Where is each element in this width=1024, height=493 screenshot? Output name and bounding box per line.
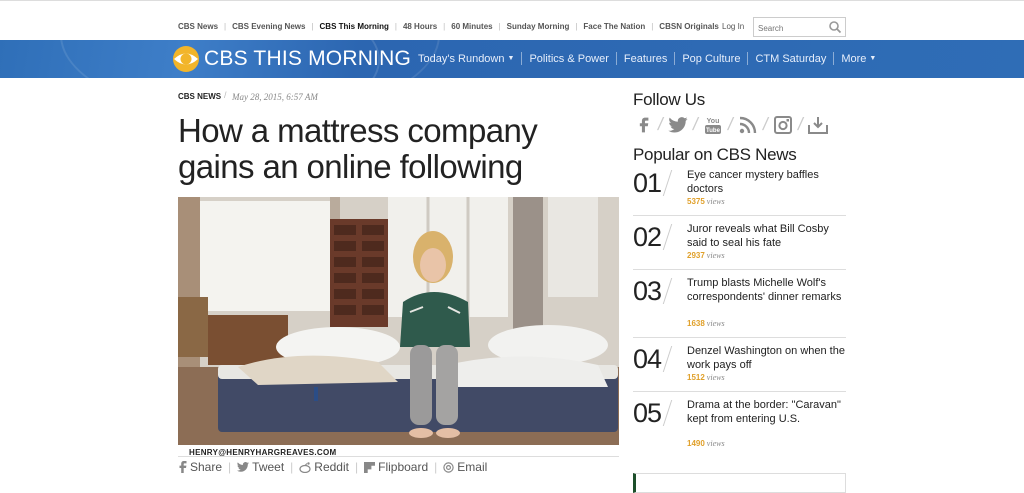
view-count: 1638 views (687, 319, 725, 328)
view-count: 5375 views (687, 197, 725, 206)
instagram-icon[interactable] (773, 115, 793, 135)
menu-todays-rundown[interactable]: Today's Rundown ▼ (418, 52, 514, 65)
nav-link-60-minutes[interactable]: 60 Minutes (451, 22, 492, 31)
rss-icon[interactable] (738, 115, 758, 135)
view-count: 1512 views (687, 373, 725, 382)
nav-separator: | (443, 22, 446, 31)
top-utility-nav: CBS News | CBS Evening News | CBS This M… (0, 0, 1024, 40)
search-box (753, 17, 846, 38)
facebook-icon[interactable] (633, 115, 653, 135)
cbs-eye-icon (173, 46, 199, 72)
facebook-icon (179, 461, 187, 473)
nav-separator: | (311, 22, 314, 31)
youtube-icon[interactable]: You Tube (703, 115, 723, 135)
header-bar: CBS THIS MORNING Today's Rundown ▼ Politi… (0, 40, 1024, 78)
popular-item-title[interactable]: Eye cancer mystery baffles doctors (687, 168, 845, 196)
nav-separator: | (394, 22, 397, 31)
nav-link-sunday-morning[interactable]: Sunday Morning (507, 22, 570, 31)
article-kicker[interactable]: CBS NEWS (178, 92, 221, 101)
share-flipboard-button[interactable]: Flipboard (364, 460, 428, 474)
nav-separator: | (498, 22, 501, 31)
nav-link-face-the-nation[interactable]: Face The Nation (583, 22, 645, 31)
follow-us-heading: Follow Us (633, 90, 705, 109)
svg-text:You: You (707, 118, 720, 125)
chevron-down-icon: ▼ (869, 55, 877, 62)
menu-features[interactable]: Features (624, 52, 667, 65)
mattress-photo-illustration (178, 197, 619, 445)
popular-item-title[interactable]: Drama at the border: "Caravan" kept from… (687, 398, 845, 426)
popular-heading: Popular on CBS News (633, 145, 797, 164)
popular-item-title[interactable]: Trump blasts Michelle Wolf's corresponde… (687, 276, 845, 304)
menu-pop-culture[interactable]: Pop Culture (682, 52, 740, 65)
login-link[interactable]: Log In (722, 22, 744, 31)
advertisement-box[interactable] (633, 473, 846, 493)
nav-link-cbsn-originals[interactable]: CBSN Originals (659, 22, 719, 31)
share-facebook-button[interactable]: Share (178, 460, 222, 474)
search-icon[interactable] (828, 20, 842, 34)
cbs-this-morning-logo[interactable]: CBS THIS MORNING (172, 45, 411, 73)
popular-item-title[interactable]: Juror reveals what Bill Cosby said to se… (687, 222, 845, 250)
flipboard-icon (364, 461, 376, 473)
popular-item-title[interactable]: Denzel Washington on when the work pays … (687, 344, 845, 372)
nav-link-cbs-evening-news[interactable]: CBS Evening News (232, 22, 305, 31)
article-date: May 28, 2015, 6:57 AM (232, 92, 318, 102)
nav-separator: | (224, 22, 227, 31)
menu-ctm-saturday[interactable]: CTM Saturday (755, 52, 826, 65)
article-photo[interactable] (178, 197, 619, 445)
nav-link-48-hours[interactable]: 48 Hours (403, 22, 437, 31)
share-bar: Share | Tweet | Reddit | Flipboard | Ema… (178, 460, 487, 474)
share-email-button[interactable]: Email (443, 460, 487, 474)
nav-separator: | (651, 22, 654, 31)
rank-number: 02 (633, 222, 662, 252)
network-links: CBS News | CBS Evening News | CBS This M… (178, 22, 719, 31)
brand-title: CBS THIS MORNING (204, 47, 411, 70)
rank-number: 04 (633, 344, 662, 374)
rank-number: 03 (633, 276, 662, 306)
share-reddit-button[interactable]: Reddit (299, 460, 349, 474)
nav-link-cbs-this-morning[interactable]: CBS This Morning (320, 22, 389, 31)
chevron-down-icon: ▼ (507, 55, 515, 62)
menu-more[interactable]: More ▼ (841, 52, 876, 65)
section-menu: Today's Rundown ▼ Politics & Power Featur… (418, 52, 876, 65)
rank-number: 01 (633, 168, 662, 198)
nav-separator: | (575, 22, 578, 31)
view-count: 2937 views (687, 251, 725, 260)
twitter-icon (237, 462, 250, 472)
view-count: 1490 views (687, 439, 725, 448)
search-input[interactable] (754, 19, 828, 38)
social-links: / / You Tube / / / (633, 114, 829, 135)
email-icon (443, 461, 454, 473)
reddit-icon (299, 461, 311, 473)
download-icon[interactable] (808, 115, 829, 135)
svg-text:Tube: Tube (706, 128, 721, 134)
rank-number: 05 (633, 398, 662, 428)
menu-politics-power[interactable]: Politics & Power (529, 52, 608, 65)
article-headline: How a mattress company gains an online f… (178, 112, 538, 185)
twitter-icon[interactable] (668, 115, 688, 135)
kicker-separator: / (224, 90, 227, 100)
share-twitter-button[interactable]: Tweet (237, 460, 284, 474)
nav-link-cbs-news[interactable]: CBS News (178, 22, 218, 31)
